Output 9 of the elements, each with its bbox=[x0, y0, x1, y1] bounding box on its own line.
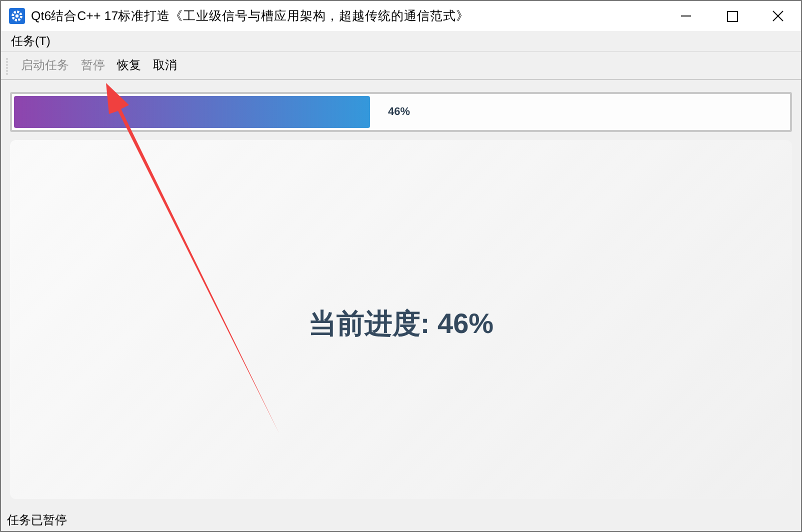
toolbar-grip-icon[interactable] bbox=[5, 56, 9, 76]
window-title: Qt6结合C++ 17标准打造《工业级信号与槽应用架构，超越传统的通信范式》 bbox=[31, 8, 470, 24]
gear-icon bbox=[9, 8, 25, 24]
toolbar-button[interactable]: 恢复 bbox=[111, 57, 147, 74]
toolbar-button[interactable]: 取消 bbox=[147, 57, 183, 74]
status-text: 任务已暂停 bbox=[7, 512, 67, 528]
progress-label: 当前进度: 46% bbox=[308, 306, 494, 340]
menu-item[interactable]: 任务(T) bbox=[5, 32, 56, 50]
progress-text: 46% bbox=[388, 106, 410, 118]
